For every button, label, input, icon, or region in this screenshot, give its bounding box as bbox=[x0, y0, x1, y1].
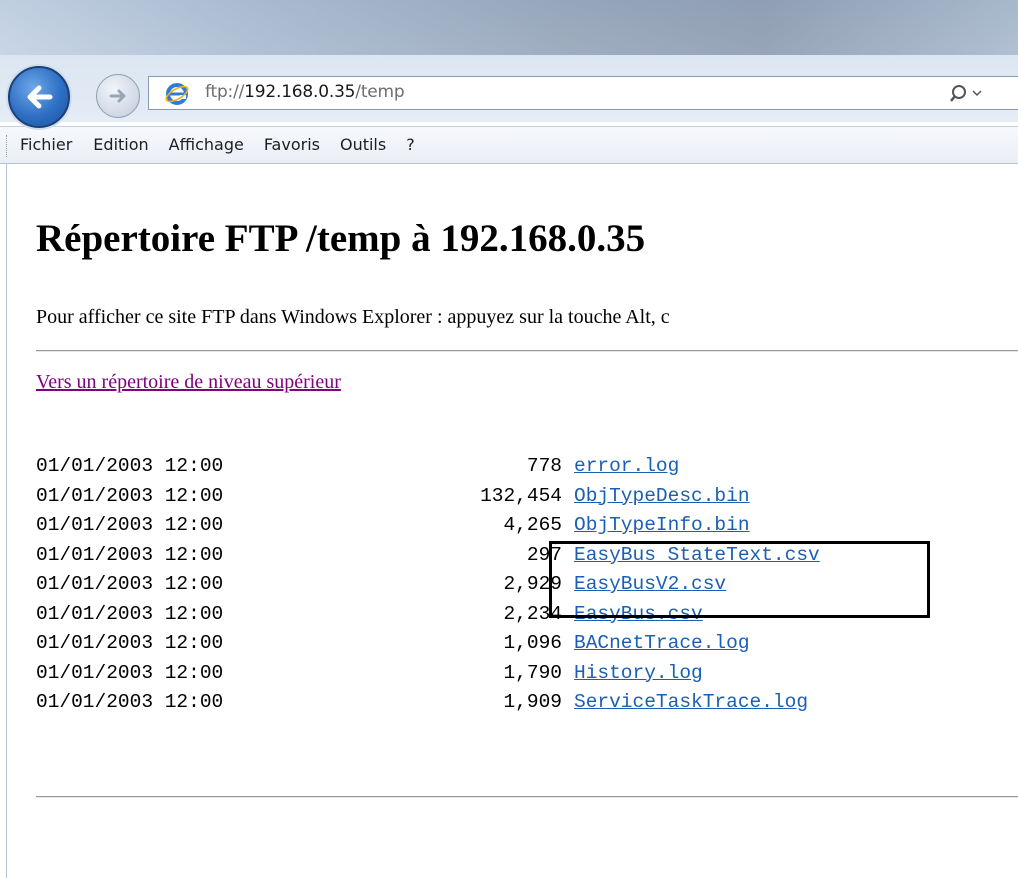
forward-arrow-icon bbox=[109, 89, 126, 103]
file-size: 1,096 bbox=[503, 632, 562, 654]
parent-directory-link[interactable]: Vers un répertoire de niveau supérieur bbox=[36, 371, 341, 394]
menu-favoris[interactable]: Favoris bbox=[264, 135, 320, 154]
file-date: 01/01/2003 12:00 bbox=[36, 573, 224, 595]
menu-edition[interactable]: Edition bbox=[93, 135, 148, 154]
window-border bbox=[6, 164, 7, 878]
file-date: 01/01/2003 12:00 bbox=[36, 455, 224, 477]
file-row: 01/01/2003 12:00 132,454 ObjTypeDesc.bin bbox=[36, 482, 820, 512]
menu-grip bbox=[6, 135, 10, 157]
file-size: 1,790 bbox=[503, 661, 562, 684]
url-path: /temp bbox=[355, 82, 405, 102]
menu-bar: Fichier Edition Affichage Favoris Outils… bbox=[0, 126, 1018, 164]
file-link[interactable]: error.log bbox=[574, 452, 679, 482]
file-link[interactable]: ObjTypeInfo.bin bbox=[574, 511, 750, 541]
file-row: 01/01/2003 12:00 4,265 ObjTypeInfo.bin bbox=[36, 511, 820, 541]
divider bbox=[36, 796, 1018, 798]
file-row: 01/01/2003 12:00 1,096 BACnetTrace.log bbox=[36, 629, 820, 659]
file-size: 778 bbox=[526, 455, 562, 477]
file-size: 132,454 bbox=[480, 484, 562, 507]
menu-help[interactable]: ? bbox=[406, 135, 415, 154]
page-content: Répertoire FTP /temp à 192.168.0.35 Pour… bbox=[36, 164, 1018, 878]
menu-outils[interactable]: Outils bbox=[340, 135, 386, 154]
divider bbox=[36, 350, 1018, 352]
search-icon[interactable] bbox=[949, 83, 989, 105]
address-bar[interactable]: ftp://192.168.0.35/temp bbox=[148, 76, 1018, 110]
address-url[interactable]: ftp://192.168.0.35/temp bbox=[205, 82, 405, 102]
file-date: 01/01/2003 12:00 bbox=[36, 543, 224, 566]
file-date: 01/01/2003 12:00 bbox=[36, 632, 224, 654]
file-link[interactable]: History.log bbox=[574, 659, 703, 689]
file-date: 01/01/2003 12:00 bbox=[36, 514, 224, 536]
file-date: 01/01/2003 12:00 bbox=[36, 484, 224, 507]
highlight-annotation bbox=[549, 541, 930, 618]
file-date: 01/01/2003 12:00 bbox=[36, 602, 224, 625]
file-link[interactable]: ServiceTaskTrace.log bbox=[574, 688, 808, 718]
file-row: 01/01/2003 12:00 1,790 History.log bbox=[36, 659, 820, 689]
file-link[interactable]: BACnetTrace.log bbox=[574, 629, 750, 659]
page-title: Répertoire FTP /temp à 192.168.0.35 bbox=[36, 217, 646, 260]
back-arrow-icon bbox=[27, 85, 53, 109]
file-size: 2,234 bbox=[503, 602, 562, 625]
menu-fichier[interactable]: Fichier bbox=[20, 135, 72, 154]
url-scheme: ftp:// bbox=[205, 82, 245, 102]
file-row: 01/01/2003 12:00 1,909 ServiceTaskTrace.… bbox=[36, 688, 820, 718]
file-link[interactable]: ObjTypeDesc.bin bbox=[574, 482, 750, 512]
menu-affichage[interactable]: Affichage bbox=[169, 135, 244, 154]
url-host: 192.168.0.35 bbox=[244, 82, 356, 102]
file-date: 01/01/2003 12:00 bbox=[36, 691, 224, 713]
ie-logo-icon bbox=[165, 83, 189, 105]
title-bar bbox=[0, 0, 1018, 55]
file-size: 297 bbox=[526, 543, 562, 566]
file-size: 1,909 bbox=[503, 691, 562, 713]
forward-button[interactable] bbox=[96, 74, 140, 118]
back-button[interactable] bbox=[8, 66, 70, 128]
info-text: Pour afficher ce site FTP dans Windows E… bbox=[36, 306, 670, 328]
file-row: 01/01/2003 12:00 778 error.log bbox=[36, 452, 820, 482]
file-size: 4,265 bbox=[503, 514, 562, 536]
file-date: 01/01/2003 12:00 bbox=[36, 661, 224, 684]
file-size: 2,929 bbox=[503, 573, 562, 595]
